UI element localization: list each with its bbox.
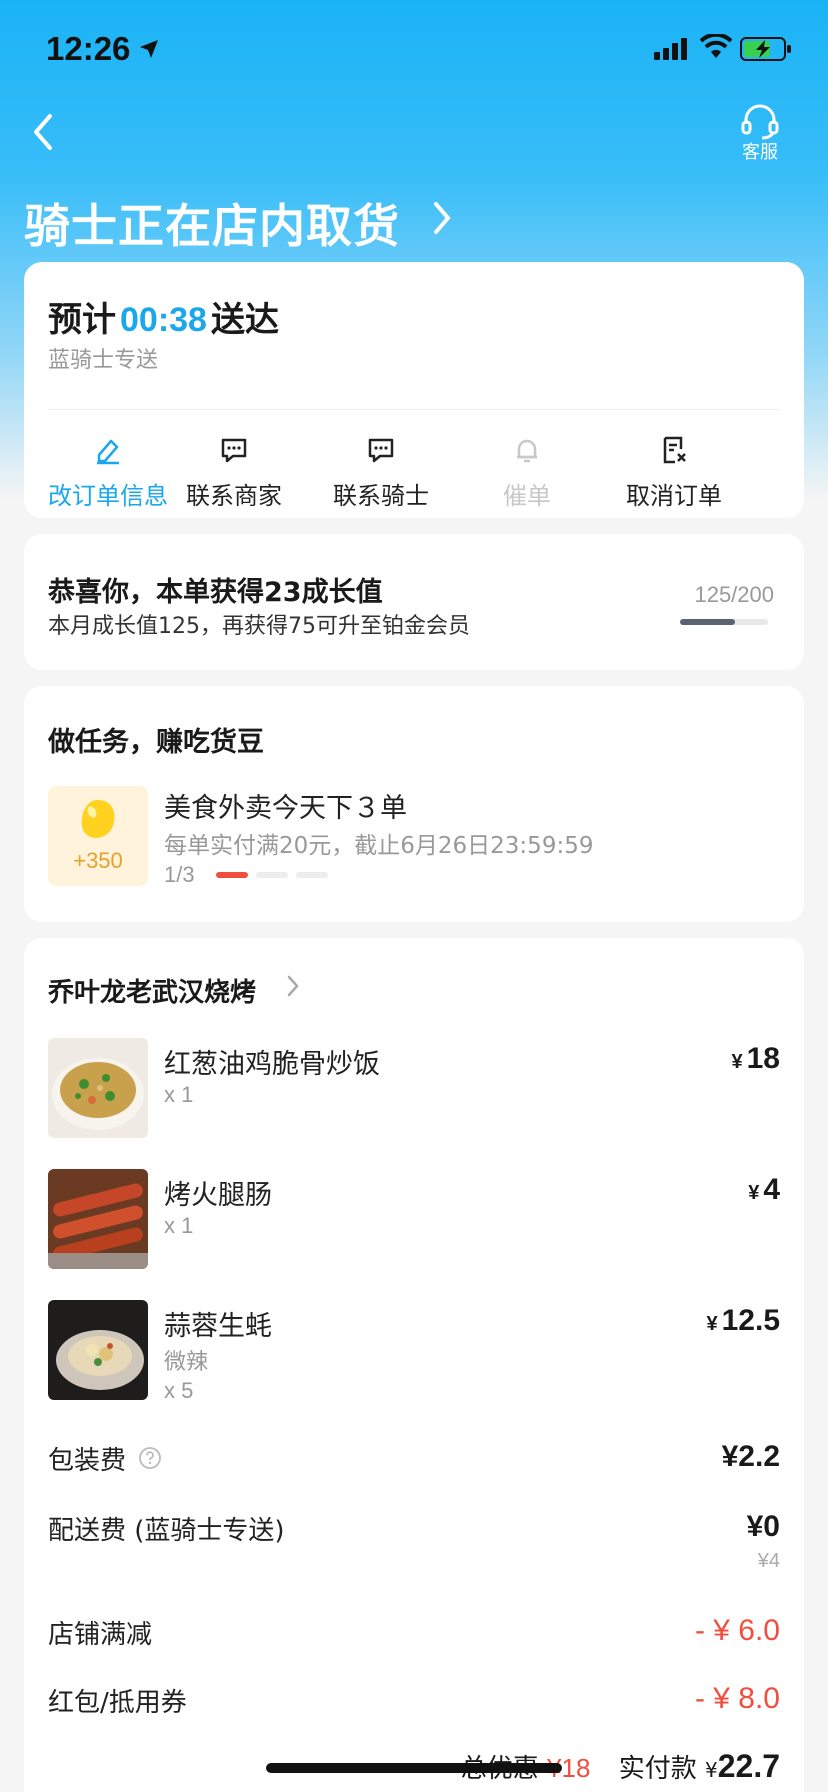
eta-prefix: 预计 — [48, 300, 116, 340]
contact-merchant-label: 联系商家 — [186, 482, 282, 510]
eta-suffix: 送达 — [210, 300, 279, 340]
headset-icon — [741, 104, 779, 140]
wifi-icon — [700, 34, 732, 58]
order-item[interactable]: 红葱油鸡脆骨炒饭 x 1 ¥18 — [48, 1038, 780, 1138]
shop-discount-label: 店铺满减 — [48, 1620, 153, 1650]
item-price-value: 4 — [763, 1173, 780, 1206]
currency-symbol: ¥ — [731, 1051, 743, 1073]
chat-icon — [221, 438, 247, 463]
currency-symbol: ¥ — [704, 1758, 718, 1782]
item-quantity: x 1 — [164, 1213, 194, 1238]
bell-icon — [517, 439, 537, 463]
task-progress-segment — [256, 872, 288, 878]
shop-discount-value: - ¥ 6.0 — [694, 1614, 780, 1647]
divider — [48, 409, 780, 410]
edit-order-button[interactable]: 改订单信息 — [38, 430, 178, 511]
customer-service-label: 客服 — [742, 142, 778, 163]
item-spec: 微辣 — [164, 1350, 209, 1375]
eta-time: 00:38 — [120, 301, 207, 339]
paid-amount-value: 22.7 — [717, 1748, 780, 1784]
cancel-order-button[interactable]: 取消订单 — [604, 430, 744, 511]
growth-title: 恭喜你，本单获得23成长值 — [48, 577, 383, 608]
item-price-value: 18 — [746, 1042, 780, 1075]
cellular-signal-icon — [654, 38, 687, 60]
task-reward-badge: +350 — [48, 786, 148, 886]
growth-subtitle: 本月成长值125，再获得75可升至铂金会员 — [48, 614, 470, 639]
location-arrow-icon — [140, 40, 158, 58]
item-quantity: x 5 — [164, 1378, 194, 1403]
currency-symbol: ¥ — [706, 1313, 718, 1335]
growth-count: 125/200 — [694, 582, 774, 607]
cancel-order-label: 取消订单 — [626, 482, 722, 510]
eta-line: 预计 00:38 送达 — [48, 292, 279, 341]
chevron-right-icon[interactable] — [286, 974, 300, 998]
task-progress-text: 1/3 — [164, 862, 195, 887]
back-button[interactable] — [26, 110, 66, 154]
item-name: 红葱油鸡脆骨炒饭 — [164, 1049, 380, 1080]
order-item[interactable]: 烤火腿肠 x 1 ¥4 — [48, 1169, 780, 1269]
item-name: 烤火腿肠 — [164, 1180, 272, 1211]
urge-order-label: 催单 — [503, 482, 551, 510]
packaging-fee-value: ¥2.2 — [721, 1440, 780, 1473]
contact-rider-label: 联系骑士 — [333, 482, 429, 510]
task-name: 美食外卖今天下３单 — [164, 793, 407, 824]
status-time: 12:26 — [46, 30, 131, 67]
order-details-card: 乔叶龙老武汉烧烤 红葱油鸡脆骨炒饭 x 1 ¥18 烤火腿肠 x 1 ¥ 4 蒜… — [24, 938, 804, 1792]
task-description: 每单实付满20元，截止6月26日23:59:59 — [164, 833, 594, 859]
eta-card: 预计 00:38 送达 蓝骑士专送 改订单信息 联系商家 联系骑士 催单 取消订… — [24, 262, 804, 518]
growth-card[interactable]: 恭喜你，本单获得23成长值 本月成长值125，再获得75可升至铂金会员 125/… — [24, 534, 804, 670]
page-title[interactable]: 骑士正在店内取货 — [24, 190, 400, 256]
item-price-value: 12.5 — [721, 1304, 780, 1337]
delivery-fee-value: ¥0 — [746, 1510, 780, 1543]
item-price: ¥18 — [732, 1042, 781, 1076]
coupon-label: 红包/抵用券 — [48, 1688, 187, 1718]
item-price: ¥12.5 — [706, 1304, 780, 1338]
delivery-fee-original: ¥4 — [757, 1550, 780, 1572]
chevron-right-icon[interactable] — [430, 200, 454, 236]
bean-icon — [81, 800, 115, 838]
delivery-fee-label: 配送费 (蓝骑士专送) — [48, 1516, 285, 1546]
paid-amount-label: 实付款 — [618, 1754, 697, 1784]
delivery-fee-row: 配送费 (蓝骑士专送) ¥0 ¥4 — [48, 1510, 780, 1580]
food-image-oyster — [48, 1300, 148, 1400]
task-card: 做任务，赚吃货豆 +350 美食外卖今天下３单 每单实付满20元，截止6月26日… — [24, 686, 804, 922]
battery-charging-icon — [740, 37, 791, 61]
food-image-fried-rice — [48, 1038, 148, 1138]
status-bar: 12:26 — [0, 0, 828, 100]
task-progress-segment — [296, 872, 328, 878]
packaging-fee-row: 包装费 ¥2.2 — [48, 1440, 780, 1480]
cancel-order-icon — [663, 436, 686, 464]
task-progress-segment — [216, 872, 248, 878]
growth-progress-bar — [680, 619, 768, 625]
currency-symbol: ¥ — [748, 1182, 760, 1204]
packaging-fee-label: 包装费 — [48, 1446, 127, 1476]
food-image-sausage — [48, 1169, 148, 1269]
chat-icon — [368, 438, 394, 463]
order-item[interactable]: 蒜蓉生蚝 微辣 x 5 ¥12.5 — [48, 1300, 780, 1410]
item-name: 蒜蓉生蚝 — [164, 1311, 272, 1342]
home-indicator — [266, 1763, 562, 1773]
delivery-type: 蓝骑士专送 — [48, 348, 159, 373]
shop-discount-row: 店铺满减 - ¥ 6.0 — [48, 1614, 780, 1654]
item-price: ¥4 — [748, 1173, 780, 1207]
item-quantity: x 1 — [164, 1082, 194, 1107]
task-card-title: 做任务，赚吃货豆 — [48, 727, 264, 758]
contact-rider-button[interactable]: 联系骑士 — [311, 430, 451, 511]
growth-progress-fill — [680, 619, 735, 625]
edit-icon — [97, 439, 119, 465]
help-icon[interactable] — [138, 1446, 162, 1470]
edit-order-label: 改订单信息 — [48, 482, 168, 510]
coupon-row: 红包/抵用券 - ¥ 8.0 — [48, 1682, 780, 1722]
urge-order-button[interactable]: 催单 — [457, 430, 597, 511]
task-reward-points: +350 — [73, 848, 123, 873]
contact-merchant-button[interactable]: 联系商家 — [164, 430, 304, 511]
shop-name[interactable]: 乔叶龙老武汉烧烤 — [48, 972, 256, 1009]
coupon-value: - ¥ 8.0 — [694, 1682, 780, 1715]
